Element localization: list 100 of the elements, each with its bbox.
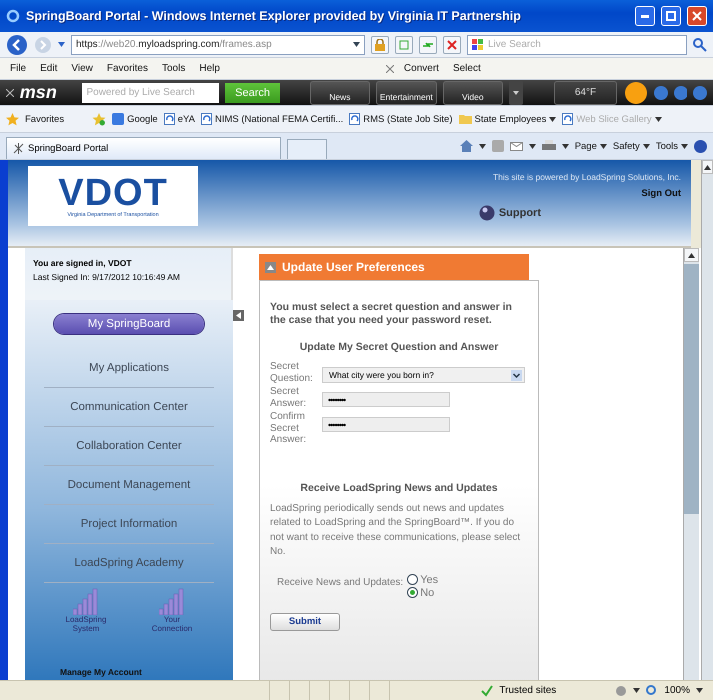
page-icon [562, 113, 574, 125]
address-field[interactable]: https://web20.myloadspring.com/frames.asp [71, 34, 365, 54]
window-scrollbar[interactable] [701, 160, 713, 680]
question-select[interactable]: What city were you born in? [322, 367, 525, 384]
caret-icon [528, 144, 536, 148]
caret-icon [478, 144, 486, 148]
caret-icon [549, 116, 556, 122]
meter-label: LoadSpring System [64, 615, 108, 633]
close-icon[interactable] [6, 88, 14, 96]
sidebar-item[interactable]: My SpringBoard [54, 314, 204, 334]
caret-icon [654, 116, 662, 122]
menu-item[interactable]: Edit [36, 63, 62, 74]
folder-icon [458, 114, 472, 124]
powered-by-text: This site is powered by LoadSpring Solutions, Inc. [492, 172, 681, 182]
radio-icon[interactable] [407, 574, 418, 586]
password-field[interactable]: •••••••• [322, 392, 450, 408]
menu-item[interactable]: Tools [158, 63, 190, 74]
page-icon [164, 113, 175, 125]
caret-icon [681, 144, 688, 148]
check-icon [481, 684, 494, 696]
submit-button[interactable]: Submit [270, 612, 340, 631]
add-favorite-icon[interactable] [92, 112, 106, 126]
dropdown-icon[interactable] [509, 80, 523, 104]
page-icon [349, 113, 360, 125]
sign-out-link[interactable]: Sign Out [641, 188, 681, 199]
radio-option[interactable]: No [407, 586, 438, 599]
sidebar-item[interactable]: LoadSpring Academy [44, 544, 214, 583]
printer-icon[interactable] [542, 140, 556, 152]
lock-icon[interactable] [371, 36, 389, 54]
msn-logo: msn [20, 82, 57, 103]
password-field[interactable]: •••••••• [322, 417, 450, 432]
maximize-button[interactable] [661, 6, 681, 26]
zoom-level[interactable]: 100% [664, 685, 690, 696]
msn-toolbar-button[interactable]: News [310, 80, 370, 104]
favorites-link[interactable]: NIMS (National FEMA Certifi... [200, 113, 344, 125]
minimize-button[interactable] [635, 6, 655, 26]
sidebar-item[interactable]: Communication Center [44, 388, 214, 427]
collapse-icon[interactable] [265, 262, 276, 272]
browser-tab[interactable]: SpringBoard Portal [6, 137, 281, 159]
caret-icon [633, 688, 640, 693]
support-link[interactable]: Support [478, 205, 541, 221]
toolbar-button[interactable]: Select [448, 63, 485, 74]
caret-icon [642, 144, 650, 148]
menu-item[interactable]: File [6, 63, 30, 74]
home-icon[interactable] [460, 140, 473, 152]
sidebar-item[interactable]: Document Management [44, 466, 214, 505]
temperature-readout: 64°F [554, 80, 617, 104]
command-menu[interactable]: Page [574, 140, 607, 152]
close-button[interactable] [687, 6, 707, 26]
menu-item[interactable]: Favorites [102, 63, 152, 74]
panel-title: Update User Preferences [282, 260, 425, 274]
windows-flag-icon [472, 38, 484, 50]
close-icon[interactable] [386, 64, 394, 72]
window-title: SpringBoard Portal - Windows Internet Explorer provided by Virginia IT Partnership [26, 9, 522, 23]
scrollbar[interactable] [683, 248, 699, 680]
back-icon[interactable] [6, 34, 28, 56]
dropdown-icon [511, 370, 522, 381]
favorites-link[interactable]: RMS (State Job Site) [349, 113, 452, 125]
sidebar-item[interactable]: My Applications [44, 349, 214, 388]
sidebar-item[interactable]: Collaboration Center [44, 427, 214, 466]
caret-icon [58, 42, 65, 47]
news-text: LoadSpring periodically sends out news and updates related to LoadSpring and the SpringBoard™. If you do not want to receive these communications, please select No. [270, 502, 522, 560]
msn-toolbar-button[interactable]: Entertainment [376, 80, 437, 104]
mail-icon[interactable] [510, 142, 523, 150]
signed-in-text: You are signed in, VDOT [33, 258, 133, 268]
favorites-button[interactable]: Favorites [25, 114, 64, 124]
signal-bars-icon [73, 587, 99, 615]
menu-item[interactable]: View [67, 63, 97, 74]
favorites-link[interactable]: State Employees [458, 114, 556, 124]
collapse-button[interactable] [233, 310, 244, 321]
maximize-icon [666, 11, 676, 21]
caret-icon [704, 164, 711, 170]
stop-icon[interactable] [443, 36, 461, 54]
search-placeholder: Live Search [488, 39, 542, 50]
last-signed-in-text: Last Signed In: 9/17/2012 10:16:49 AM [33, 272, 181, 282]
radio-icon[interactable] [407, 587, 418, 598]
caret-icon [562, 144, 569, 148]
meter-label: Your Connection [150, 615, 194, 633]
manage-account-link[interactable]: Manage My Account [25, 667, 142, 677]
command-menu[interactable]: Tools [656, 140, 688, 152]
security-zone-text: Trusted sites [499, 685, 558, 696]
page-icon [200, 113, 212, 125]
menu-item[interactable]: Help [195, 63, 224, 74]
radio-option[interactable]: Yes [407, 574, 438, 586]
caret-icon [696, 688, 703, 693]
intro-text: You must select a secret question and answer in the case that you need your password reset. [270, 301, 513, 328]
close-icon [692, 11, 702, 21]
toolbar-button[interactable]: Convert [400, 63, 443, 74]
favorites-link[interactable]: Google [112, 113, 158, 125]
field-label: Secret Question: [270, 361, 314, 384]
star-icon[interactable] [6, 112, 19, 126]
signal-bars-icon [159, 587, 185, 615]
minimize-icon [641, 14, 649, 18]
favorites-link[interactable]: eYA [164, 113, 195, 125]
caret-icon [353, 42, 360, 47]
sidebar-item[interactable]: Project Information [44, 505, 214, 544]
section-heading: Update My Secret Question and Answer [298, 341, 500, 354]
sphere-icon [478, 205, 495, 221]
command-menu[interactable]: Safety [612, 140, 650, 152]
msn-toolbar-button[interactable]: Video [442, 80, 504, 104]
